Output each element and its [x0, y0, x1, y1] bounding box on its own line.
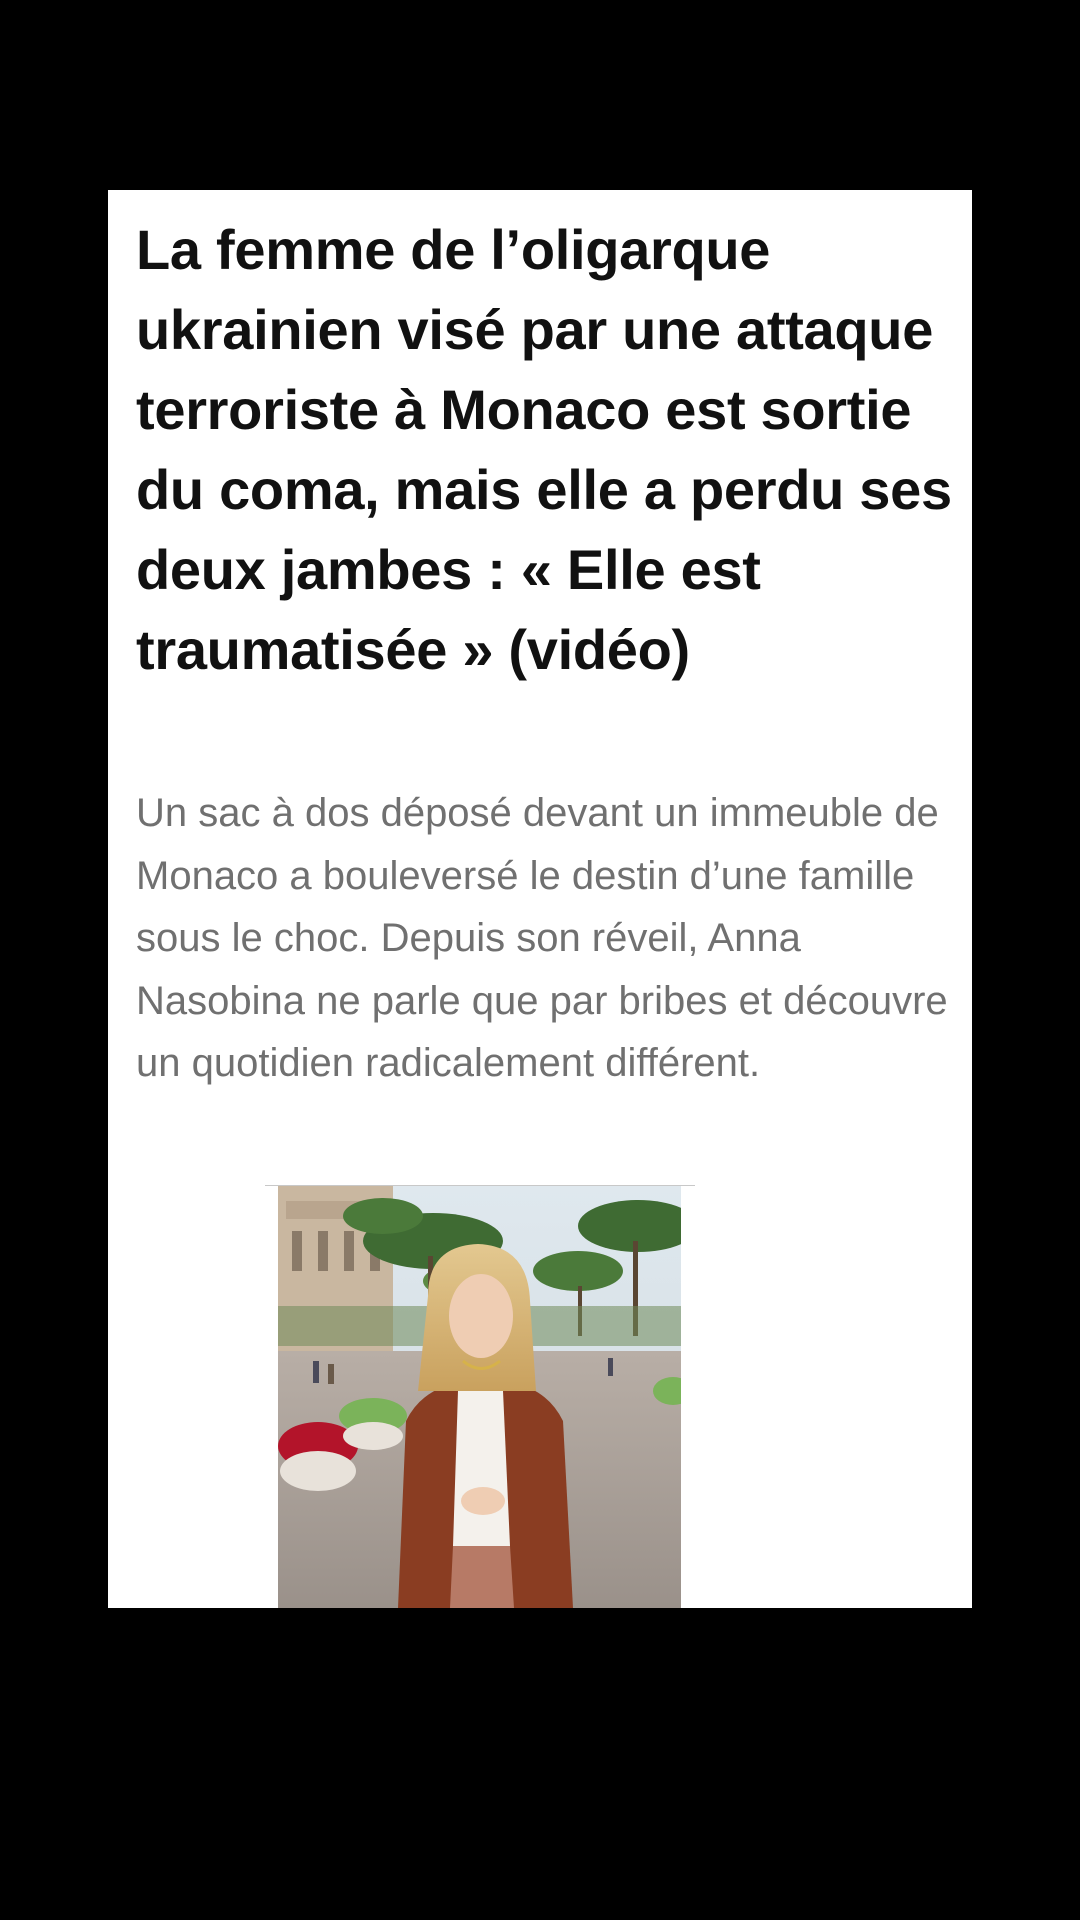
article-headline[interactable]: La femme de l’oligarque ukrainien visé p…: [136, 210, 956, 690]
article-lede: Un sac à dos déposé devant un immeuble d…: [136, 791, 948, 1085]
photo-illustration: [278, 1186, 681, 1608]
article-card[interactable]: La femme de l’oligarque ukrainien visé p…: [108, 190, 972, 1608]
article-photo[interactable]: [278, 1186, 681, 1608]
